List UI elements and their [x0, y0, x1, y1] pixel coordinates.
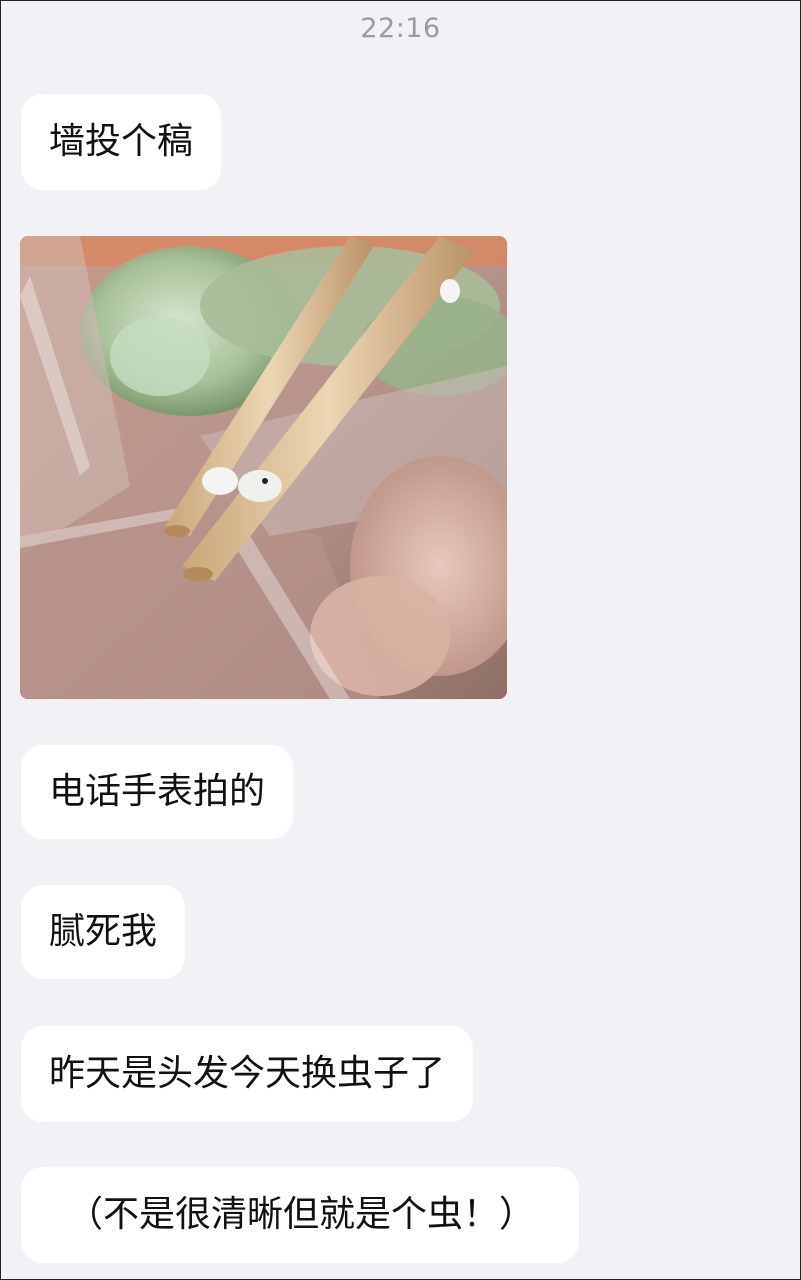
message-text: 昨天是头发今天换虫子了 — [49, 1053, 446, 1094]
message-bubble-1[interactable]: 墙投个稿 — [21, 94, 222, 190]
message-bubble-4[interactable]: 昨天是头发今天换虫子了 — [21, 1026, 474, 1122]
message-text: 电话手表拍的 — [49, 771, 266, 812]
message-bubble-3[interactable]: 腻死我 — [21, 885, 186, 979]
message-bubble-2[interactable]: 电话手表拍的 — [21, 745, 294, 839]
message-timestamp: 22:16 — [360, 13, 441, 44]
chat-screen: 22:16 墙投个稿 电话手表拍的 腻死我 昨天是头发今天换虫子了 （不是很清晰… — [0, 0, 801, 1280]
message-text: （不是很清晰但就是个虫！） — [67, 1194, 536, 1235]
message-image[interactable] — [20, 236, 507, 699]
photo-chopsticks-food-container-icon — [20, 236, 507, 699]
message-bubble-5[interactable]: （不是很清晰但就是个虫！） — [21, 1167, 580, 1263]
message-text: 腻死我 — [49, 911, 158, 952]
message-text: 墙投个稿 — [49, 121, 194, 162]
